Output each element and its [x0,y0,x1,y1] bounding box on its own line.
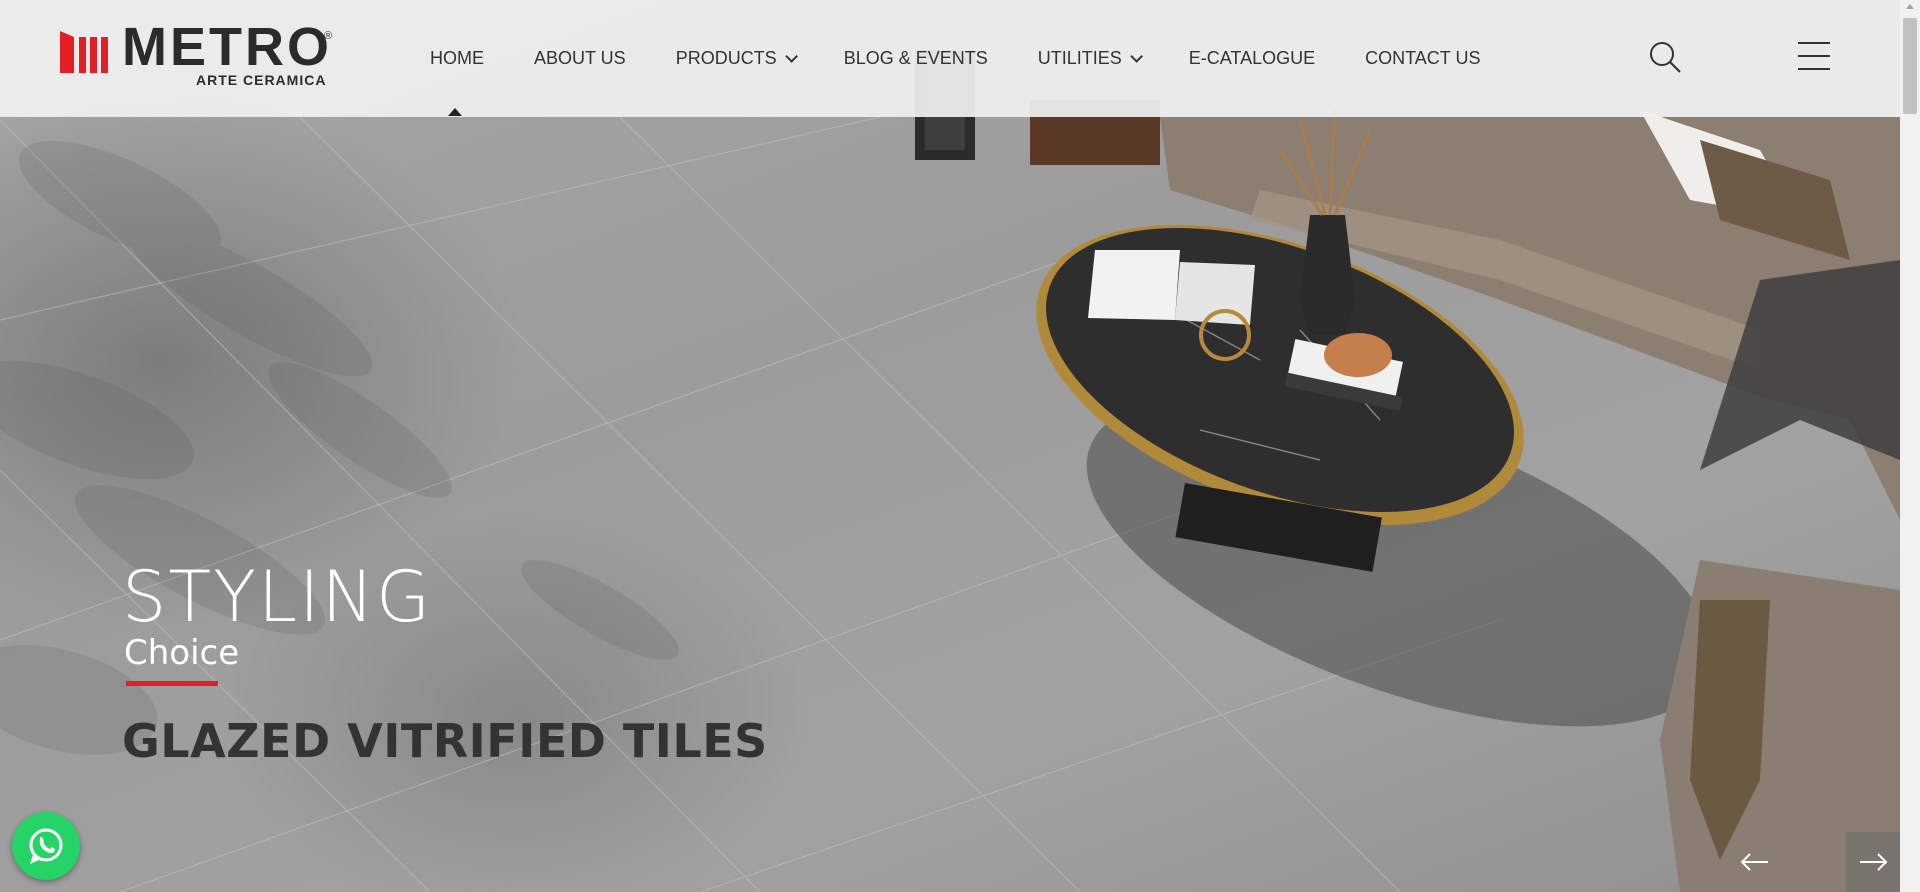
nav-item-products[interactable]: PRODUCTS [675,48,798,69]
whatsapp-button[interactable] [12,812,80,880]
nav-item-label: HOME [430,48,484,68]
active-nav-indicator [448,108,462,116]
nav-item-contact-us[interactable]: CONTACT US [1365,48,1480,69]
nav-item-blog-events[interactable]: BLOG & EVENTS [844,48,988,69]
hamburger-menu-icon [1798,42,1830,70]
search-icon [1650,42,1681,73]
logo-mark-icon [60,31,108,73]
slider-prev-button[interactable] [1728,832,1782,892]
arrow-right-icon [1860,853,1888,871]
nav-item-label: BLOG & EVENTS [843,48,988,68]
chevron-down-icon [1130,50,1143,63]
main-nav: HOME ABOUT US PRODUCTS BLOG & EVENTS UTI… [430,0,1530,117]
page-scrollbar[interactable] [1900,0,1920,892]
nav-item-label: PRODUCTS [675,48,777,68]
nav-item-about-us[interactable]: ABOUT US [534,48,626,69]
hero-title: STYLING [122,556,433,638]
nav-item-label: CONTACT US [1365,48,1481,68]
nav-item-label: ABOUT US [534,48,626,68]
hamburger-menu-button[interactable] [1798,42,1830,72]
brand-name: METRO [122,17,332,77]
site-header: METRO ® ARTE CERAMICA HOME ABOUT US PROD… [0,0,1900,117]
whatsapp-icon [29,828,63,864]
search-button[interactable] [1648,40,1682,74]
nav-item-home[interactable]: HOME [430,48,484,69]
chevron-down-icon [784,50,798,63]
nav-item-label: E-CATALOGUE [1188,48,1316,68]
hero-accent-underline [126,681,218,686]
page: METRO ® ARTE CERAMICA HOME ABOUT US PROD… [0,0,1920,892]
hero-tagline: GLAZED VITRIFIED TILES [122,714,768,768]
brand-logo[interactable]: METRO ® ARTE CERAMICA [60,20,340,94]
brand-registered-mark: ® [324,30,333,42]
brand-subline: ARTE CERAMICA [196,72,327,88]
slider-next-button[interactable] [1846,832,1900,892]
scrollbar-thumb[interactable] [1903,18,1917,114]
arrow-left-icon [1740,853,1768,871]
nav-item-e-catalogue[interactable]: E-CATALOGUE [1189,48,1315,69]
scroll-up-arrow-icon[interactable] [1906,4,1914,9]
nav-item-utilities[interactable]: UTILITIES [1037,48,1143,69]
hero-subtitle: Choice [124,633,240,673]
nav-item-label: UTILITIES [1037,48,1122,68]
